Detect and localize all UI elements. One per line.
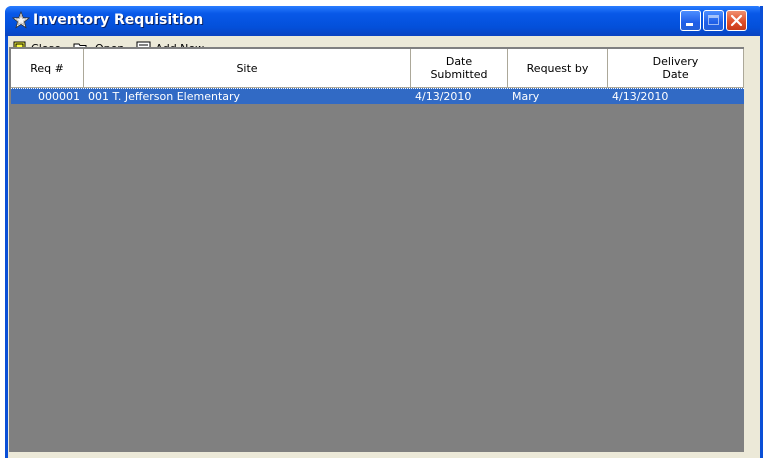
requisition-grid[interactable]: Req # Site Date Submitted Request by Del… [9, 47, 744, 452]
close-icon [730, 14, 743, 27]
cell-date-submitted: 4/13/2010 [415, 90, 472, 103]
grid-body: Req # Site Date Submitted Request by Del… [11, 49, 744, 452]
column-header-req[interactable]: Req # [11, 49, 84, 88]
maximize-button[interactable] [703, 10, 724, 31]
column-header-date-submitted[interactable]: Date Submitted [411, 49, 508, 88]
cell-site: 001 T. Jefferson Elementary [88, 90, 241, 103]
star-app-icon [12, 11, 30, 29]
close-window-button[interactable] [726, 10, 747, 31]
cell-request-by: Mary [512, 90, 540, 103]
maximize-icon [708, 15, 719, 25]
minimize-icon [686, 23, 693, 26]
column-header-site[interactable]: Site [84, 49, 411, 88]
window-right-border [760, 6, 763, 458]
cell-delivery-date: 4/13/2010 [612, 90, 669, 103]
cell-req: 000001 [38, 90, 80, 103]
minimize-button[interactable] [680, 10, 701, 31]
window-title: Inventory Requisition [33, 12, 204, 28]
column-header-request-by[interactable]: Request by [508, 49, 608, 88]
column-header-delivery-date[interactable]: Delivery Date [608, 49, 744, 88]
title-bar[interactable]: Inventory Requisition [5, 6, 763, 36]
table-row[interactable]: 000001 001 T. Jefferson Elementary 4/13/… [11, 88, 744, 104]
grid-header: Req # Site Date Submitted Request by Del… [11, 49, 744, 88]
